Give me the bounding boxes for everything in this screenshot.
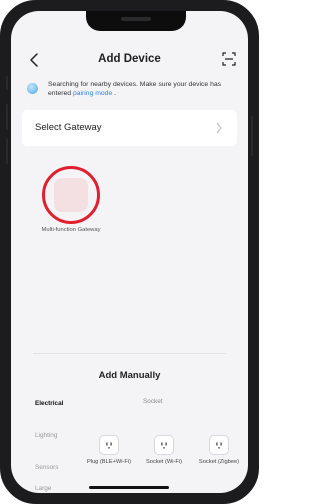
socket-icon[interactable] [154, 435, 174, 455]
select-gateway-row[interactable]: Select Gateway [22, 110, 237, 146]
discovered-device-label: Multi-function Gateway [41, 227, 101, 233]
outlet-glyph-icon [161, 442, 167, 449]
select-gateway-label: Select Gateway [35, 122, 102, 133]
phone-frame: Add Device Searching for nearby devices.… [0, 0, 259, 504]
category-electrical[interactable]: Electrical [35, 400, 63, 407]
speaker-slot [121, 17, 151, 21]
gateway-device-icon [54, 178, 88, 212]
product-label-socket-wifi: Socket (Wi-Fi) [145, 459, 183, 465]
category-sensors[interactable]: Sensors [35, 464, 58, 471]
category-large[interactable]: Large [35, 485, 51, 492]
outlet-glyph-icon [106, 442, 112, 449]
app-screen: Add Device Searching for nearby devices.… [11, 11, 248, 493]
section-divider [33, 353, 226, 354]
power-button [251, 116, 253, 156]
searching-text: Searching for nearby devices. Make sure … [48, 80, 242, 98]
category-lighting[interactable]: Lighting [35, 432, 57, 439]
volume-down-button [6, 138, 8, 164]
page-title: Add Device [98, 53, 161, 65]
mute-switch [6, 76, 8, 90]
socket-icon[interactable] [209, 435, 229, 455]
plug-icon[interactable] [99, 435, 119, 455]
header-bar: Add Device [11, 49, 248, 73]
searching-indicator-icon [27, 83, 38, 94]
searching-suffix: . [112, 90, 117, 97]
notch [86, 11, 186, 31]
pairing-mode-link[interactable]: pairing mode [73, 90, 112, 97]
add-manually-title: Add Manually [98, 370, 161, 381]
volume-up-button [6, 104, 8, 130]
discovered-device-button[interactable] [42, 166, 100, 224]
scan-icon[interactable] [222, 52, 236, 66]
product-label-socket-zigbee: Socket (Zigbee) [198, 459, 240, 465]
outlet-glyph-icon [216, 442, 222, 449]
subcategory-title: Socket [143, 398, 163, 405]
chevron-right-icon [216, 122, 222, 134]
product-label-plug: Plug (BLE+Wi-Fi) [86, 459, 132, 465]
home-indicator [89, 486, 169, 489]
